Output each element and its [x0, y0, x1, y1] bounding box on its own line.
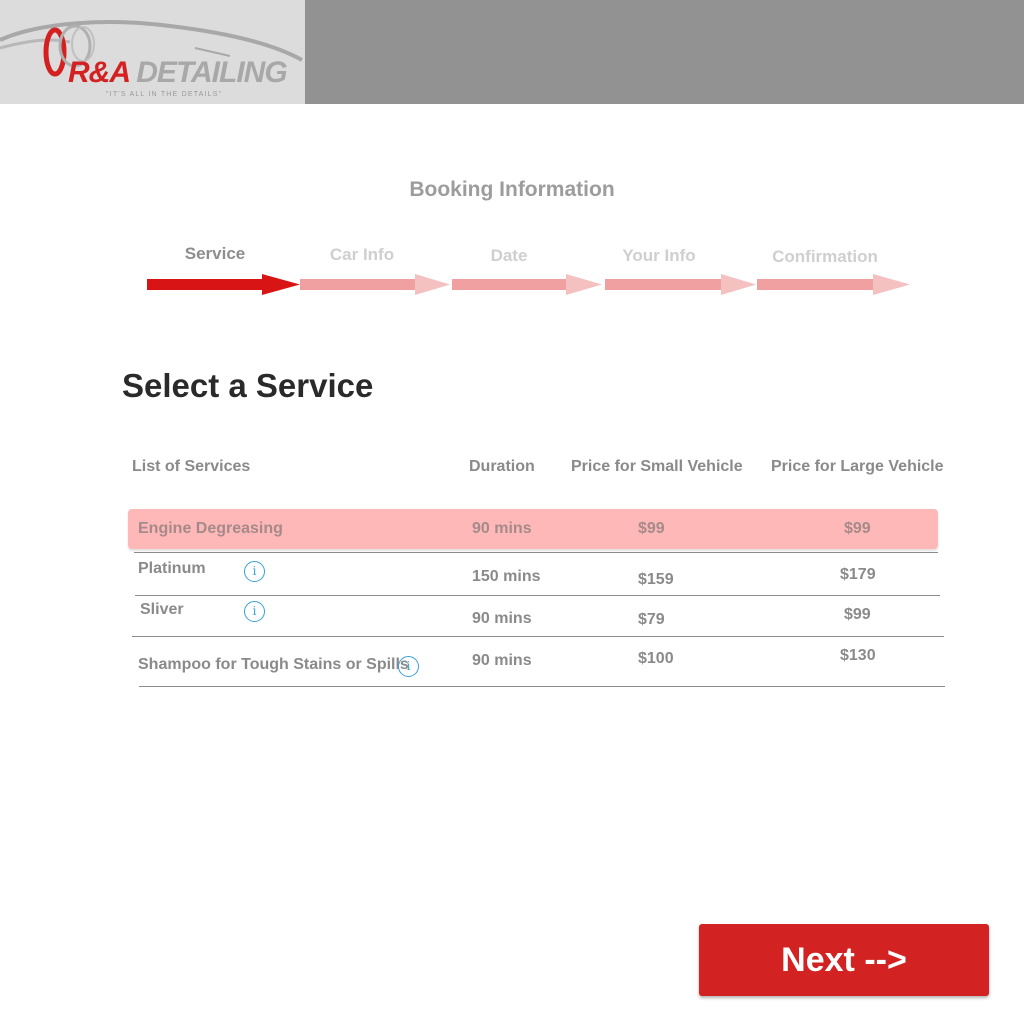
- info-icon[interactable]: i: [244, 601, 265, 622]
- row-divider: [132, 636, 944, 637]
- service-large-price: $130: [840, 647, 876, 664]
- service-name[interactable]: Platinum: [138, 560, 206, 578]
- column-header-large-price: Price for Large Vehicle: [771, 458, 944, 475]
- step-date[interactable]: Date: [491, 246, 528, 266]
- service-name: Engine Degreasing: [138, 520, 283, 537]
- service-small-price: $79: [638, 611, 665, 628]
- column-header-duration: Duration: [469, 458, 535, 475]
- logo-wordmark: R&A DETAILING: [68, 56, 288, 89]
- step-confirmation[interactable]: Confirmation: [772, 247, 878, 267]
- service-name[interactable]: Shampoo for Tough Stains or Spills: [138, 656, 409, 674]
- service-large-price: $99: [844, 606, 871, 623]
- row-divider: [135, 595, 940, 596]
- service-duration: 90 mins: [472, 610, 532, 627]
- row-divider: [134, 552, 938, 553]
- page-title: Select a Service: [122, 367, 374, 404]
- service-large-price: $99: [844, 520, 871, 537]
- booking-title: Booking Information: [409, 178, 615, 201]
- step-your-info[interactable]: Your Info: [622, 246, 695, 266]
- service-duration: 90 mins: [472, 652, 532, 669]
- info-icon[interactable]: i: [398, 656, 419, 677]
- step-arrow-icon-date: [452, 274, 602, 295]
- service-small-price: $99: [638, 520, 665, 537]
- step-arrow-icon-your-info: [605, 274, 756, 295]
- info-icon[interactable]: i: [244, 561, 265, 582]
- step-arrow-icon-service: [147, 274, 300, 295]
- logo-tagline: "IT'S ALL IN THE DETAILS": [106, 91, 223, 98]
- service-large-price: $179: [840, 566, 876, 583]
- row-divider: [139, 686, 945, 687]
- service-duration: 150 mins: [472, 568, 541, 585]
- step-service[interactable]: Service: [185, 244, 246, 264]
- next-button[interactable]: Next -->: [699, 924, 989, 996]
- step-arrow-icon-confirmation: [757, 274, 910, 295]
- column-header-small-price: Price for Small Vehicle: [571, 458, 743, 475]
- step-arrow-icon-car-info: [300, 274, 450, 295]
- service-small-price: $100: [638, 650, 674, 667]
- column-header-service: List of Services: [132, 458, 251, 475]
- booking-progress-arrows: [147, 274, 910, 295]
- logo[interactable]: R&A DETAILING "IT'S ALL IN THE DETAILS": [0, 0, 305, 104]
- service-small-price: $159: [638, 571, 674, 588]
- step-car-info[interactable]: Car Info: [330, 245, 394, 265]
- service-name[interactable]: Sliver: [140, 601, 184, 619]
- service-duration: 90 mins: [472, 520, 532, 537]
